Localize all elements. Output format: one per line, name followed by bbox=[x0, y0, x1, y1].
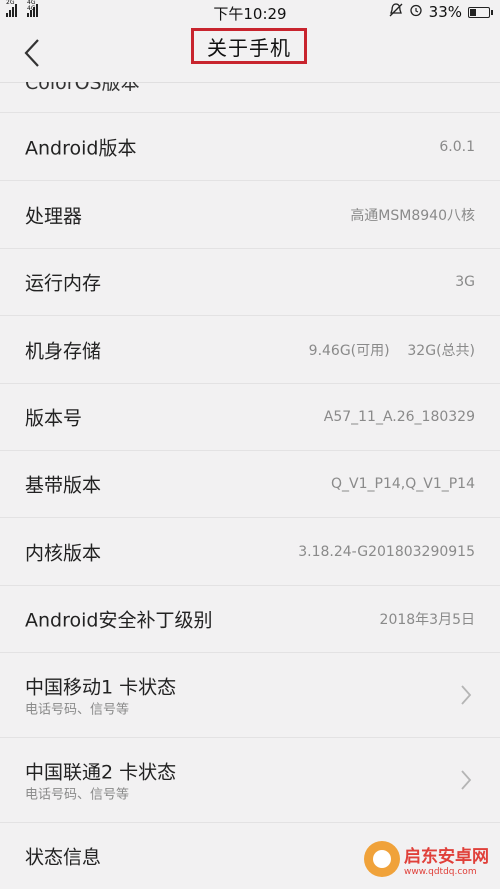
list-item-value: 3G bbox=[455, 273, 475, 290]
back-button[interactable] bbox=[14, 36, 54, 70]
watermark-url: www.qdtdq.com bbox=[404, 866, 477, 877]
watermark: 启东安卓网 www.qdtdq.com bbox=[364, 837, 494, 881]
list-item-ram[interactable]: 运行内存 3G bbox=[0, 248, 500, 316]
list-item-label: ColorOS版本 bbox=[25, 82, 140, 94]
chevron-right-icon bbox=[461, 685, 472, 705]
list-item-label: 状态信息 bbox=[25, 846, 102, 869]
status-bar: 2G 4G 4G 下午10:29 33% bbox=[0, 0, 500, 24]
list-item-label: 机身存储 bbox=[25, 340, 102, 362]
list-item-value: A57_11_A.26_180329 bbox=[323, 408, 475, 425]
list-item-security-patch[interactable]: Android安全补丁级别 2018年3月5日 bbox=[0, 585, 500, 653]
list-item-label: 基带版本 bbox=[25, 474, 102, 496]
page-title: 关于手机 bbox=[191, 28, 307, 64]
list-item-label: 中国联通2 卡状态 bbox=[25, 761, 177, 784]
list-item-label: 中国移动1 卡状态 bbox=[25, 676, 177, 699]
battery-icon bbox=[468, 6, 493, 18]
list-item-subtitle: 电话号码、信号等 bbox=[25, 702, 130, 718]
list-item-label: 内核版本 bbox=[25, 542, 102, 564]
list-item-android-version[interactable]: Android版本 6.0.1 bbox=[0, 113, 500, 181]
list-item-subtitle: 电话号码、信号等 bbox=[25, 787, 130, 803]
list-item-value: V3.0 bbox=[438, 82, 470, 92]
list-item-label: Android版本 bbox=[25, 137, 137, 159]
mute-icon bbox=[389, 3, 403, 21]
list-item-value: Q_V1_P14,Q_V1_P14 bbox=[331, 475, 475, 492]
list-item-value: 9.46G(可用) 32G(总共) bbox=[308, 342, 475, 359]
battery-percent: 33% bbox=[428, 3, 462, 21]
list-item-kernel-version[interactable]: 内核版本 3.18.24-G201803290915 bbox=[0, 518, 500, 586]
list-item-coloros-version[interactable]: ColorOS版本 V3.0 bbox=[25, 82, 470, 94]
watermark-text: 启东安卓网 www.qdtdq.com bbox=[404, 842, 489, 877]
list-item-sim1-status[interactable]: 中国移动1 卡状态 电话号码、信号等 bbox=[0, 653, 500, 738]
chevron-right-icon bbox=[461, 770, 472, 790]
list-item-sim2-status[interactable]: 中国联通2 卡状态 电话号码、信号等 bbox=[0, 738, 500, 823]
list-item-value: 6.0.1 bbox=[439, 138, 475, 155]
list-item-label: 处理器 bbox=[25, 205, 83, 227]
list-item-label: 版本号 bbox=[25, 407, 83, 429]
list-item-label: 运行内存 bbox=[25, 272, 102, 294]
list-item-value: 高通MSM8940八核 bbox=[350, 207, 475, 224]
list-item-label: Android安全补丁级别 bbox=[25, 609, 213, 631]
settings-list: ColorOS版本 V3.0 Android版本 6.0.1 处理器 高通MSM… bbox=[0, 82, 500, 889]
list-item-baseband-version[interactable]: 基带版本 Q_V1_P14,Q_V1_P14 bbox=[0, 450, 500, 518]
list-item-value: 2018年3月5日 bbox=[379, 611, 475, 628]
watermark-name: 启东安卓网 bbox=[404, 846, 489, 867]
list-item-processor[interactable]: 处理器 高通MSM8940八核 bbox=[0, 181, 500, 249]
list-item-value: 3.18.24-G201803290915 bbox=[298, 543, 475, 560]
alarm-icon bbox=[409, 3, 423, 21]
status-right: 33% bbox=[389, 3, 493, 21]
list-item-build-number[interactable]: 版本号 A57_11_A.26_180329 bbox=[0, 383, 500, 451]
header: 关于手机 bbox=[0, 24, 500, 83]
watermark-logo-icon bbox=[364, 841, 400, 877]
chevron-left-icon bbox=[24, 39, 39, 67]
list-item-storage[interactable]: 机身存储 9.46G(可用) 32G(总共) bbox=[0, 316, 500, 384]
